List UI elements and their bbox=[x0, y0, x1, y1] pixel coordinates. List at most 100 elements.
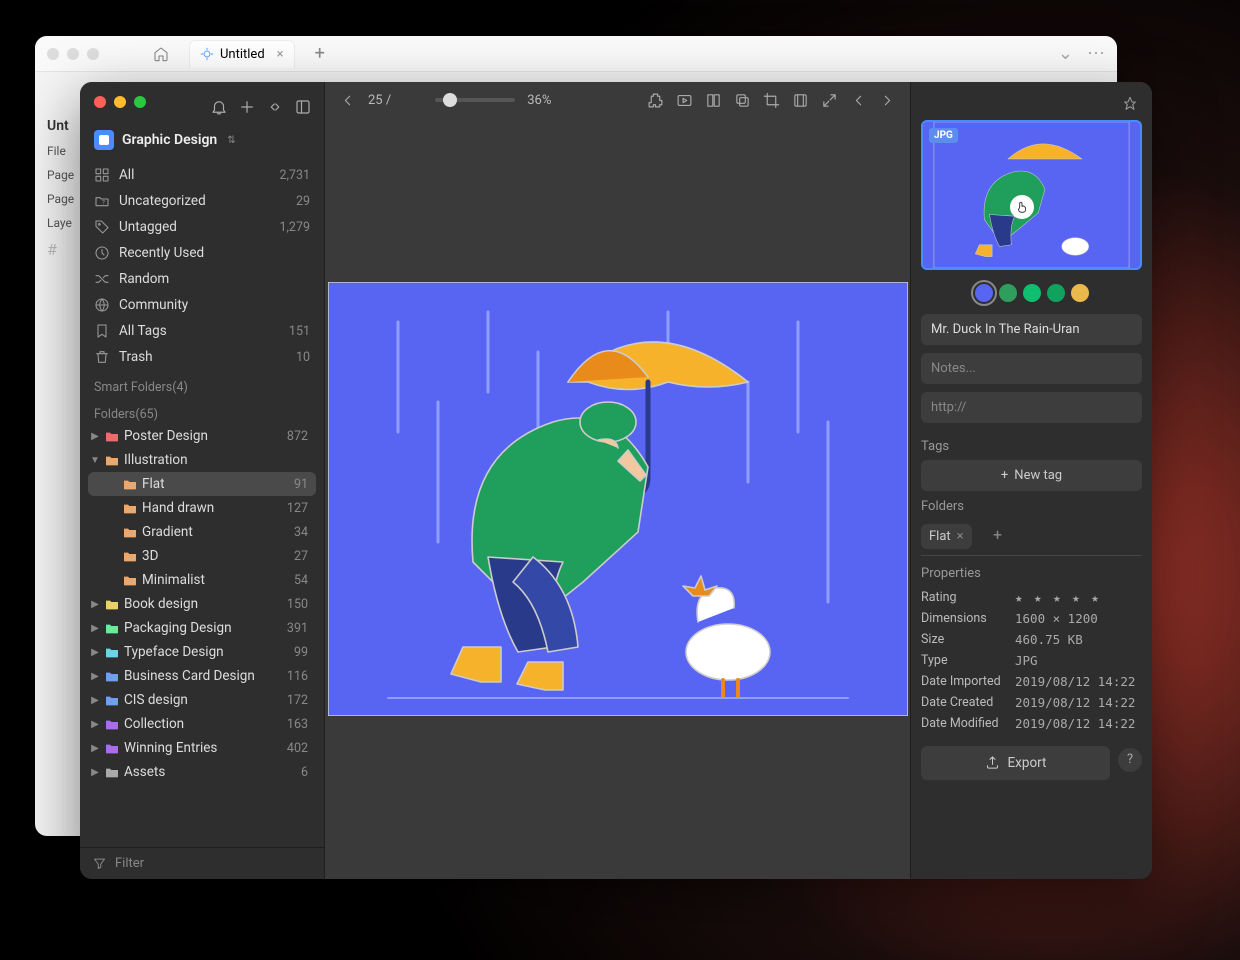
folders-header[interactable]: Folders(65) bbox=[88, 397, 316, 424]
folder-label: 3D bbox=[142, 548, 290, 564]
folder-typeface-design[interactable]: ▶Typeface Design99 bbox=[88, 640, 316, 664]
bg-more-icon[interactable]: ⋯ bbox=[1087, 43, 1105, 64]
folder-count: 872 bbox=[287, 429, 314, 444]
thumbnail[interactable]: JPG bbox=[921, 120, 1142, 270]
disclosure-icon[interactable]: ▶ bbox=[90, 623, 100, 634]
folder-icon bbox=[104, 764, 120, 780]
folder-book-design[interactable]: ▶Book design150 bbox=[88, 592, 316, 616]
disclosure-icon[interactable]: ▶ bbox=[90, 671, 100, 682]
swatch[interactable] bbox=[1023, 284, 1041, 302]
new-tab-button[interactable]: + bbox=[315, 43, 325, 64]
swatch[interactable] bbox=[1071, 284, 1089, 302]
play-icon[interactable] bbox=[676, 92, 693, 109]
property-key: Rating bbox=[921, 590, 1015, 605]
disclosure-icon[interactable]: ▶ bbox=[90, 719, 100, 730]
smart-folders-header[interactable]: Smart Folders(4) bbox=[88, 370, 316, 397]
disclosure-icon[interactable]: ▶ bbox=[90, 767, 100, 778]
disclosure-icon[interactable]: ▶ bbox=[90, 647, 100, 658]
sidebar-item-uncategorized[interactable]: ?Uncategorized29 bbox=[88, 188, 316, 214]
folder-minimalist[interactable]: Minimalist54 bbox=[88, 568, 316, 592]
folder-illustration[interactable]: ▼Illustration bbox=[88, 448, 316, 472]
sidebar-item-all[interactable]: All2,731 bbox=[88, 162, 316, 188]
swatch[interactable] bbox=[975, 284, 993, 302]
close-window-button[interactable] bbox=[94, 96, 106, 108]
bg-traffic-dot bbox=[67, 48, 79, 60]
pin-icon[interactable] bbox=[1122, 96, 1138, 112]
folder-label: Typeface Design bbox=[124, 644, 290, 660]
document-tab[interactable]: Untitled × bbox=[189, 40, 295, 68]
url-input[interactable] bbox=[921, 392, 1142, 423]
sidebar-item-community[interactable]: Community bbox=[88, 292, 316, 318]
zoom-slider[interactable] bbox=[435, 98, 515, 102]
folder-winning-entries[interactable]: ▶Winning Entries402 bbox=[88, 736, 316, 760]
disclosure-icon[interactable]: ▶ bbox=[90, 431, 100, 442]
folder-gradient[interactable]: Gradient34 bbox=[88, 520, 316, 544]
prev-icon[interactable] bbox=[850, 92, 867, 109]
frame-icon[interactable] bbox=[792, 92, 809, 109]
folder-business-card-design[interactable]: ▶Business Card Design116 bbox=[88, 664, 316, 688]
inspector-panel: JPG Tags + New tag Folders Flat bbox=[910, 82, 1152, 879]
tab-title: Untitled bbox=[220, 47, 265, 62]
add-folder-button[interactable]: + bbox=[984, 520, 1012, 548]
folder-count: 34 bbox=[294, 525, 314, 540]
disclosure-icon[interactable]: ▶ bbox=[90, 743, 100, 754]
swatch[interactable] bbox=[999, 284, 1017, 302]
bookmark-icon bbox=[94, 323, 110, 339]
folder-label: CIS design bbox=[124, 692, 283, 708]
filter-bar[interactable]: Filter bbox=[80, 847, 324, 879]
swatch[interactable] bbox=[1047, 284, 1065, 302]
globe-icon bbox=[94, 297, 110, 313]
extension-icon[interactable] bbox=[647, 92, 664, 109]
folder-label: Hand drawn bbox=[142, 500, 283, 516]
help-button[interactable]: ? bbox=[1118, 748, 1142, 772]
next-icon[interactable] bbox=[879, 92, 896, 109]
title-input[interactable] bbox=[921, 314, 1142, 345]
folder-packaging-design[interactable]: ▶Packaging Design391 bbox=[88, 616, 316, 640]
plus-icon: + bbox=[1001, 468, 1008, 483]
panel-icon[interactable] bbox=[294, 98, 312, 116]
minimize-window-button[interactable] bbox=[114, 96, 126, 108]
home-button[interactable] bbox=[147, 40, 175, 68]
sidebar-item-untagged[interactable]: Untagged1,279 bbox=[88, 214, 316, 240]
bell-icon[interactable] bbox=[210, 98, 228, 116]
notes-input[interactable] bbox=[921, 353, 1142, 384]
folder-count: 172 bbox=[287, 693, 314, 708]
folder-label: Minimalist bbox=[142, 572, 290, 588]
library-picker[interactable]: Graphic Design ⇅ bbox=[80, 120, 324, 160]
sidebar-item-random[interactable]: Random bbox=[88, 266, 316, 292]
disclosure-icon[interactable]: ▶ bbox=[90, 695, 100, 706]
expand-icon[interactable] bbox=[821, 92, 838, 109]
layout-icon[interactable] bbox=[705, 92, 722, 109]
viewer-pane: 25 / 36% bbox=[325, 82, 910, 879]
sidebar-item-count: 2,731 bbox=[279, 168, 310, 183]
close-tab-icon[interactable]: × bbox=[277, 47, 284, 62]
export-button[interactable]: Export bbox=[921, 746, 1110, 780]
folder-icon bbox=[104, 716, 120, 732]
folder-cis-design[interactable]: ▶ CIS design 172 bbox=[88, 688, 316, 712]
sidebar-item-recently-used[interactable]: Recently Used bbox=[88, 240, 316, 266]
crop-icon[interactable] bbox=[763, 92, 780, 109]
folder-poster-design[interactable]: ▶Poster Design872 bbox=[88, 424, 316, 448]
sidebar-item-trash[interactable]: Trash10 bbox=[88, 344, 316, 370]
sync-icon[interactable] bbox=[266, 98, 284, 116]
folder-3d[interactable]: 3D27 bbox=[88, 544, 316, 568]
sidebar: Graphic Design ⇅ All2,731?Uncategorized2… bbox=[80, 82, 325, 879]
folder-flat[interactable]: Flat91 bbox=[88, 472, 316, 496]
folder-collection[interactable]: ▶Collection163 bbox=[88, 712, 316, 736]
asset-manager-window: Graphic Design ⇅ All2,731?Uncategorized2… bbox=[80, 82, 1152, 879]
sidebar-item-all-tags[interactable]: All Tags151 bbox=[88, 318, 316, 344]
remove-chip-icon[interactable]: × bbox=[957, 529, 964, 544]
disclosure-icon[interactable]: ▼ bbox=[90, 455, 100, 466]
plus-icon[interactable] bbox=[238, 98, 256, 116]
folder-assets[interactable]: ▶Assets6 bbox=[88, 760, 316, 784]
new-tag-button[interactable]: + New tag bbox=[921, 460, 1142, 491]
canvas[interactable] bbox=[325, 118, 910, 879]
svg-text:?: ? bbox=[102, 199, 105, 206]
maximize-window-button[interactable] bbox=[134, 96, 146, 108]
bg-chevron-down-icon[interactable]: ⌄ bbox=[1058, 43, 1073, 64]
back-icon[interactable] bbox=[339, 92, 356, 109]
folder-hand-drawn[interactable]: Hand drawn127 bbox=[88, 496, 316, 520]
folder-chip[interactable]: Flat × bbox=[921, 524, 972, 549]
disclosure-icon[interactable]: ▶ bbox=[90, 599, 100, 610]
copy-icon[interactable] bbox=[734, 92, 751, 109]
